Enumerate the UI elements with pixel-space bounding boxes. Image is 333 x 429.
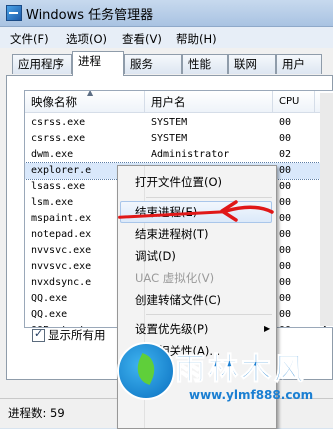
row-name: QQ.exe bbox=[31, 293, 68, 304]
vertical-scrollbar[interactable] bbox=[320, 93, 333, 326]
menu-debug[interactable]: 调试(D) bbox=[135, 248, 176, 264]
menu-help[interactable]: 帮助(H) bbox=[176, 31, 217, 47]
row-cpu: 00 bbox=[279, 277, 292, 288]
context-menu-separator bbox=[146, 314, 272, 315]
window-title: Windows 任务管理器 bbox=[26, 8, 154, 23]
row-name: nvvsvc.exe bbox=[31, 261, 92, 272]
row-user: Administrator bbox=[151, 149, 230, 160]
ylmf-logo-icon bbox=[117, 342, 175, 400]
submenu-arrow-icon: ▶ bbox=[264, 324, 271, 333]
row-cpu: 00 bbox=[279, 293, 292, 304]
row-cpu: 00 bbox=[279, 197, 292, 208]
row-cpu: 00 bbox=[279, 181, 292, 192]
tab-applications[interactable]: 应用程序 bbox=[12, 54, 72, 74]
menu-uac-virtualization[interactable]: UAC 虚拟化(V) bbox=[135, 270, 214, 286]
column-image-name[interactable]: ▲ 映像名称 bbox=[25, 91, 145, 113]
tab-performance[interactable]: 性能 bbox=[182, 54, 228, 74]
tab-services[interactable]: 服务 bbox=[124, 54, 182, 74]
table-row[interactable]: dwm.exeAdministrator0267, bbox=[25, 147, 333, 163]
menu-set-priority[interactable]: 设置优先级(P) bbox=[135, 321, 208, 337]
menu-create-dump-file[interactable]: 创建转储文件(C) bbox=[135, 292, 221, 308]
table-row[interactable]: csrss.exeSYSTEM002, bbox=[25, 131, 333, 147]
show-all-users-checkbox[interactable] bbox=[32, 327, 45, 342]
sort-up-icon: ▲ bbox=[87, 90, 94, 97]
menu-end-process-tree[interactable]: 结束进程树(T) bbox=[135, 226, 209, 242]
row-user: SYSTEM bbox=[151, 117, 188, 128]
row-name: QQ.exe bbox=[31, 309, 68, 320]
show-all-users-label: 显示所有用 bbox=[48, 328, 106, 342]
row-user: SYSTEM bbox=[151, 133, 188, 144]
row-cpu: 00 bbox=[279, 309, 292, 320]
table-row[interactable]: csrss.exeSYSTEM001, bbox=[25, 115, 333, 131]
menu-file[interactable]: 文件(F) bbox=[10, 31, 49, 47]
column-cpu[interactable]: CPU bbox=[273, 91, 315, 113]
row-cpu: 00 bbox=[279, 229, 292, 240]
watermark-url: www.ylmf888.com bbox=[189, 388, 314, 402]
red-arrow-annotation bbox=[220, 200, 274, 222]
menu-bar: 文件(F) 选项(O) 查看(V) 帮助(H) bbox=[0, 27, 333, 48]
tab-processes[interactable]: 进程 bbox=[72, 51, 124, 76]
row-name: explorer.e bbox=[31, 165, 92, 176]
task-manager-icon bbox=[6, 5, 22, 21]
row-name: notepad.ex bbox=[31, 229, 92, 240]
row-name: csrss.exe bbox=[31, 133, 86, 144]
row-cpu: 00 bbox=[279, 213, 292, 224]
tab-networking[interactable]: 联网 bbox=[228, 54, 276, 74]
row-name: csrss.exe bbox=[31, 117, 86, 128]
tab-users[interactable]: 用户 bbox=[276, 54, 322, 74]
process-count: 进程数: 59 bbox=[8, 406, 65, 420]
title-bar: Windows 任务管理器 bbox=[0, 0, 333, 27]
row-cpu: 00 bbox=[279, 261, 292, 272]
row-cpu: 00 bbox=[279, 117, 292, 128]
menu-open-file-location[interactable]: 打开文件位置(O) bbox=[135, 174, 222, 190]
row-cpu: 00 bbox=[279, 245, 292, 256]
row-cpu: 00 bbox=[279, 325, 291, 327]
row-cpu: 00 bbox=[279, 165, 292, 176]
row-name: dwm.exe bbox=[31, 149, 74, 160]
watermark: 雨林木风 www.ylmf888.com bbox=[117, 340, 333, 427]
row-name: nvxdsync.e bbox=[31, 277, 92, 288]
row-name: mspaint.ex bbox=[31, 213, 92, 224]
menu-view[interactable]: 查看(V) bbox=[122, 31, 162, 47]
row-cpu: 02 bbox=[279, 149, 292, 160]
row-name: lsass.exe bbox=[31, 181, 86, 192]
column-user-name[interactable]: 用户名 bbox=[145, 91, 273, 113]
watermark-title: 雨林木风 bbox=[175, 352, 307, 388]
row-name: lsm.exe bbox=[31, 197, 74, 208]
row-cpu: 00 bbox=[279, 133, 292, 144]
menu-options[interactable]: 选项(O) bbox=[66, 31, 107, 47]
row-name: nvvsvc.exe bbox=[31, 245, 92, 256]
